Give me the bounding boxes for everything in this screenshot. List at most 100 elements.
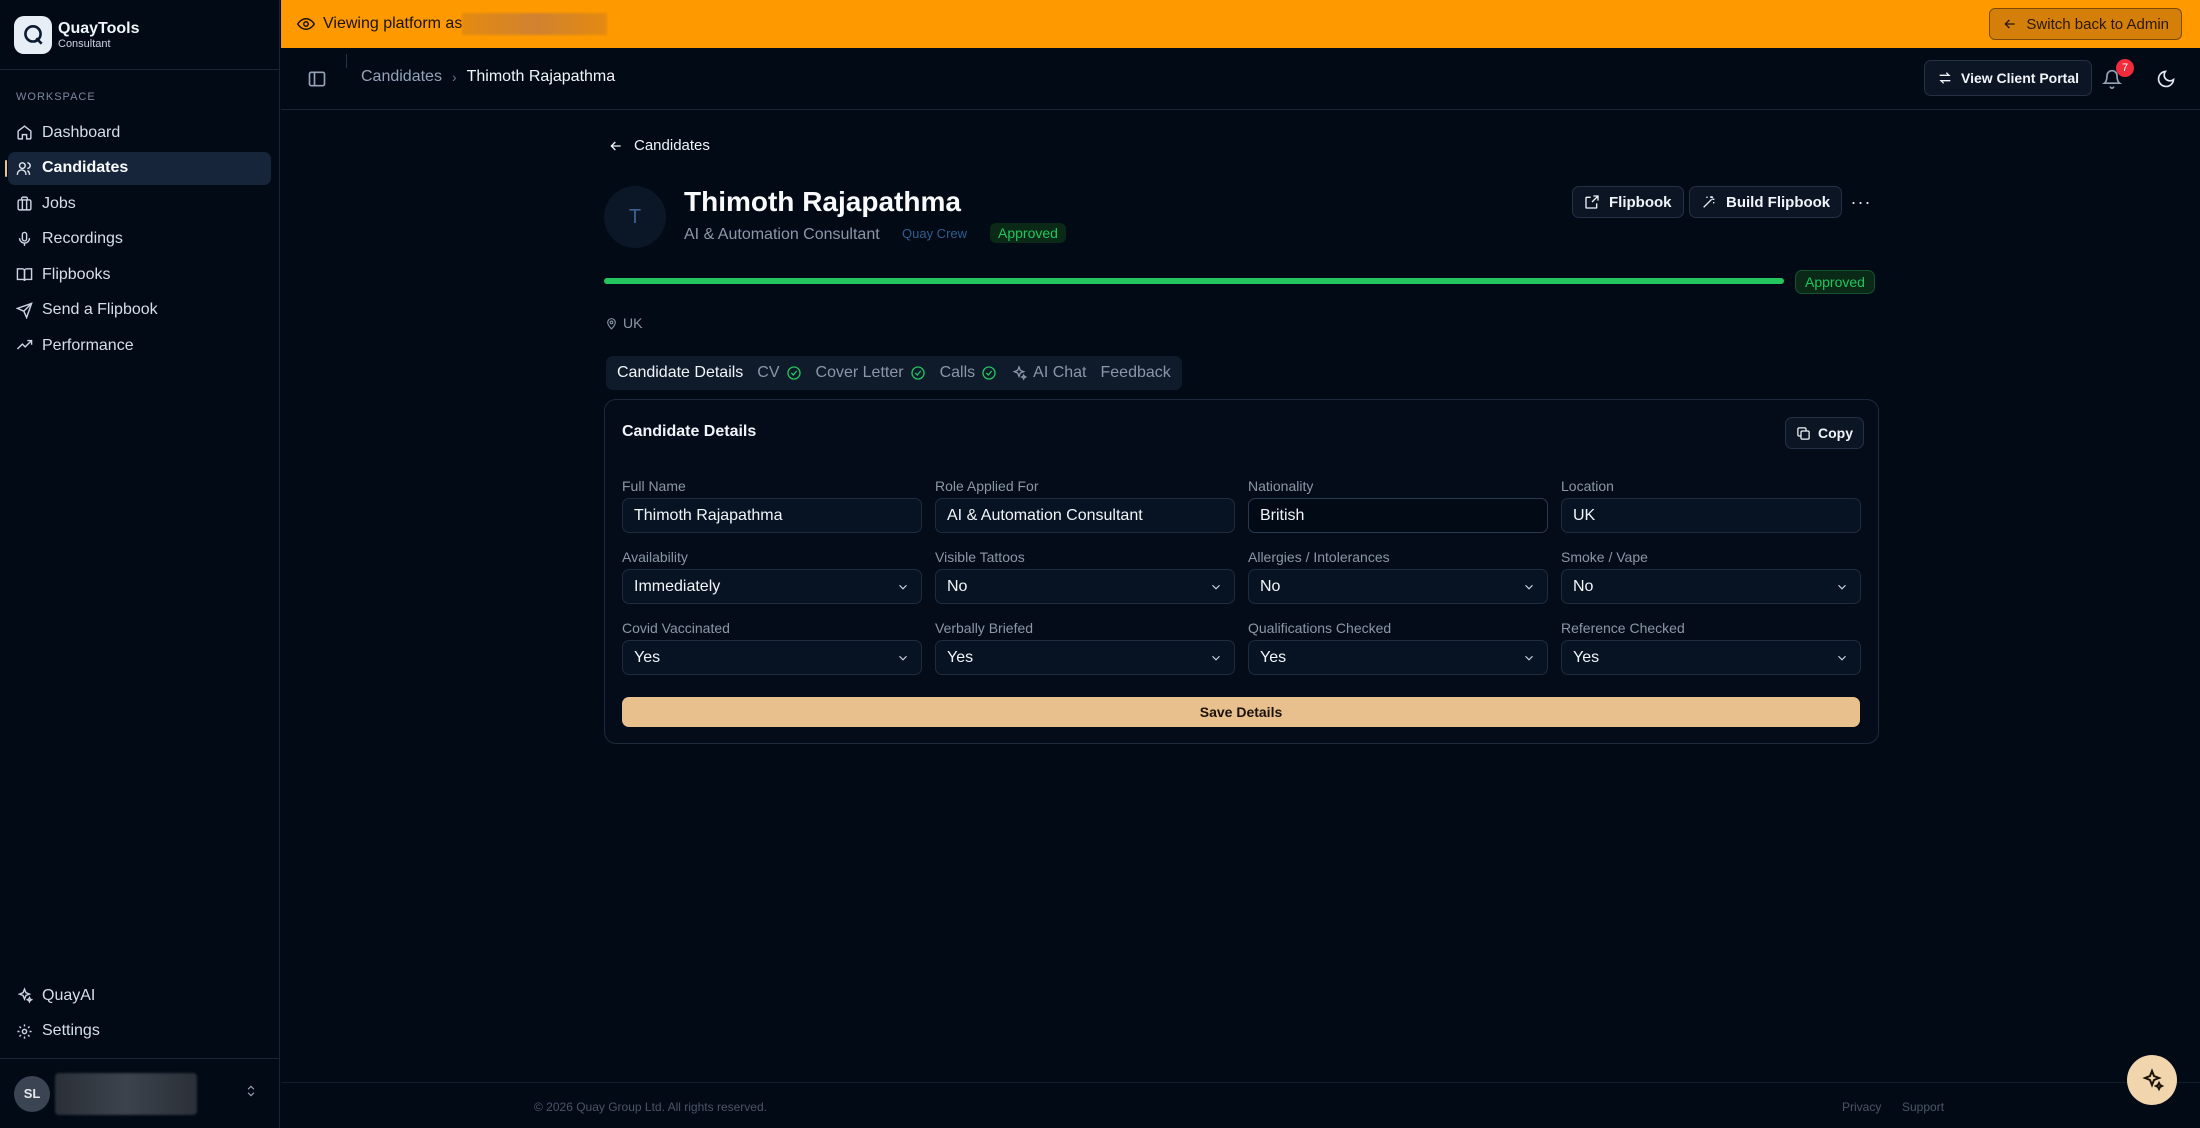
field-label: Availability	[622, 549, 688, 565]
check-circle-icon	[786, 366, 801, 380]
reference-checked-select[interactable]: Yes	[1561, 640, 1861, 675]
field-value: Yes	[1260, 648, 1287, 666]
privacy-link[interactable]: Privacy	[1842, 1100, 1881, 1114]
sidebar-item-candidates[interactable]: Candidates	[5, 151, 271, 185]
copy-icon	[1797, 426, 1810, 440]
tab-label: Calls	[939, 364, 976, 381]
progress-fill	[604, 278, 1784, 284]
sidebar-item-performance[interactable]: Performance	[8, 329, 271, 362]
switch-back-to-admin-button[interactable]: Switch back to Admin	[1989, 8, 2182, 40]
verbally-briefed-select[interactable]: Yes	[935, 640, 1235, 675]
tab-candidate-details[interactable]: Candidate Details	[610, 359, 750, 387]
switch-back-label: Switch back to Admin	[2026, 15, 2169, 33]
availability-select[interactable]: Immediately	[622, 569, 922, 604]
sidebar-item-flipbooks[interactable]: Flipbooks	[8, 258, 271, 291]
field-value: Yes	[634, 648, 661, 666]
back-to-candidates-link[interactable]: Candidates	[608, 137, 710, 154]
field-value: No	[1573, 577, 1594, 595]
client-portal-label: View Client Portal	[1961, 70, 2079, 86]
qualifications-checked-select[interactable]: Yes	[1248, 640, 1548, 675]
tab-cover-letter[interactable]: Cover Letter	[809, 359, 933, 387]
field-label: Reference Checked	[1561, 620, 1685, 636]
tab-label: AI Chat	[1033, 364, 1087, 381]
sparkles-icon	[1012, 365, 1028, 381]
breadcrumb-candidates[interactable]: Candidates	[361, 68, 442, 86]
magic-wand-icon	[1703, 196, 1715, 208]
copy-button[interactable]: Copy	[1785, 417, 1864, 449]
candidate-role: AI & Automation Consultant	[684, 226, 880, 243]
field-label: Nationality	[1248, 478, 1314, 494]
support-link[interactable]: Support	[1902, 1100, 1944, 1114]
map-pin-icon	[607, 317, 616, 330]
field-value: British	[1260, 506, 1305, 524]
brand[interactable]: QuayTools Consultant	[0, 0, 279, 70]
check-circle-icon	[910, 366, 925, 380]
sidebar-item-label: Performance	[42, 336, 134, 354]
tab-feedback[interactable]: Feedback	[1094, 359, 1178, 387]
smoke-vape-select[interactable]: No	[1561, 569, 1861, 604]
sidebar-item-label: Candidates	[42, 159, 129, 176]
home-icon	[17, 125, 32, 140]
build-flipbook-button[interactable]: Build Flipbook	[1689, 186, 1843, 218]
smoke-vape-field: Smoke / Vape No	[1561, 548, 1861, 604]
qualifications-checked-field: Qualifications Checked Yes	[1248, 619, 1548, 675]
team-tag: Quay Crew	[902, 226, 968, 241]
more-options-button[interactable]: ···	[1846, 186, 1876, 218]
sidebar-item-settings[interactable]: Settings	[8, 1015, 271, 1048]
sidebar-nav: Dashboard Candidates Jobs Recordings Fli…	[5, 116, 271, 365]
progress-bar	[604, 278, 1784, 284]
brand-name: QuayTools	[58, 19, 140, 37]
role-applied-field: Role Applied For AI & Automation Consult…	[935, 477, 1235, 533]
allergies-select[interactable]: No	[1248, 569, 1548, 604]
candidate-location: UK	[605, 315, 642, 331]
covid-vaccinated-select[interactable]: Yes	[622, 640, 922, 675]
progress-status-badge: Approved	[1795, 270, 1875, 294]
sidebar-item-quayai[interactable]: QuayAI	[8, 979, 271, 1012]
sidebar-item-recordings[interactable]: Recordings	[8, 223, 271, 256]
send-icon	[16, 301, 33, 319]
tab-label: Cover Letter	[815, 364, 904, 381]
chevron-down-icon	[1838, 584, 1846, 590]
sidebar-item-send-flipbook[interactable]: Send a Flipbook	[8, 294, 271, 327]
location-text: UK	[623, 315, 643, 331]
redacted-user-name	[55, 1072, 197, 1115]
nationality-input[interactable]: British	[1248, 498, 1548, 533]
moon-icon[interactable]	[2156, 69, 2176, 89]
sidebar-toggle-icon[interactable]	[307, 69, 327, 89]
sidebar-item-label: Settings	[42, 1022, 100, 1039]
sidebar-item-jobs[interactable]: Jobs	[8, 187, 271, 220]
back-label: Candidates	[634, 137, 710, 154]
chevron-down-icon	[1212, 584, 1220, 590]
candidate-avatar: T	[604, 186, 666, 248]
detail-tabs: Candidate Details CV Cover Letter Calls …	[606, 356, 1182, 390]
tab-label: Feedback	[1100, 364, 1171, 381]
check-circle-icon	[982, 366, 996, 380]
location-input[interactable]: UK	[1561, 498, 1861, 533]
quayai-assistant-button[interactable]	[2127, 1055, 2177, 1105]
full-name-input[interactable]: Thimoth Rajapathma	[622, 498, 922, 533]
sparkles-icon	[2142, 1068, 2164, 1092]
field-label: Location	[1561, 478, 1614, 494]
topbar: Candidates › Thimoth Rajapathma View Cli…	[281, 48, 2200, 110]
role-applied-input[interactable]: AI & Automation Consultant	[935, 498, 1235, 533]
nationality-field: Nationality British	[1248, 477, 1548, 533]
user-menu[interactable]: SL	[0, 1058, 280, 1128]
tab-calls[interactable]: Calls	[933, 359, 1005, 387]
flipbook-button[interactable]: Flipbook	[1572, 186, 1684, 218]
breadcrumb-current: Thimoth Rajapathma	[466, 68, 616, 85]
tab-ai-chat[interactable]: AI Chat	[1004, 359, 1093, 387]
workspace-section-label: WORKSPACE	[16, 91, 96, 103]
field-value: Yes	[947, 648, 974, 666]
reference-checked-field: Reference Checked Yes	[1561, 619, 1861, 675]
tab-cv[interactable]: CV	[750, 359, 808, 387]
chevron-up-down-icon	[244, 1084, 258, 1103]
flipbook-label: Flipbook	[1609, 193, 1672, 211]
arrow-left-icon	[610, 141, 621, 150]
arrow-left-icon	[2004, 19, 2016, 29]
location-field: Location UK	[1561, 477, 1861, 533]
save-details-button[interactable]: Save Details	[622, 697, 1860, 727]
sidebar-item-dashboard[interactable]: Dashboard	[8, 116, 271, 149]
view-client-portal-button[interactable]: View Client Portal	[1924, 60, 2092, 96]
visible-tattoos-select[interactable]: No	[935, 569, 1235, 604]
copyright-text: © 2026 Quay Group Ltd. All rights reserv…	[534, 1100, 767, 1114]
